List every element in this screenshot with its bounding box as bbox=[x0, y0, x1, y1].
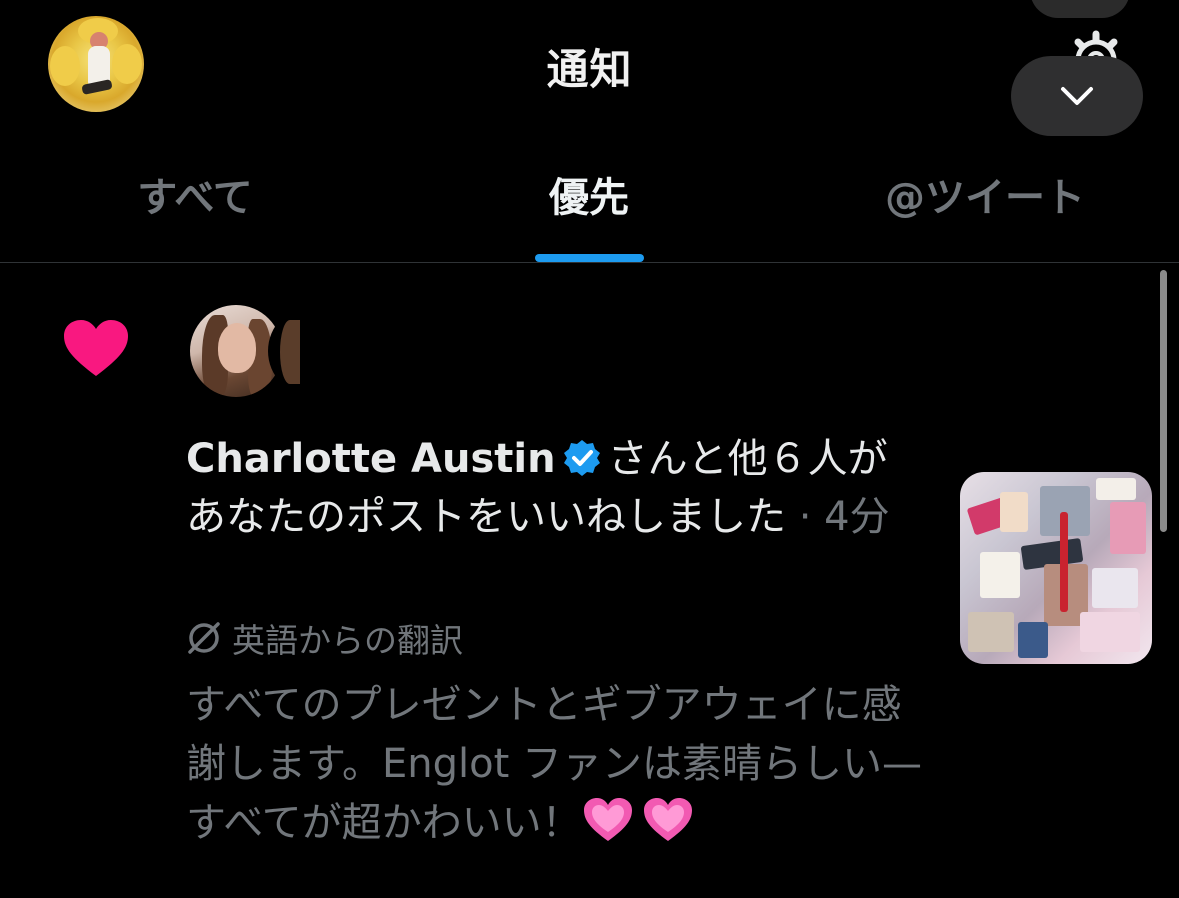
divider bbox=[0, 262, 1179, 263]
liker-avatar-secondary-image bbox=[280, 320, 300, 384]
timestamp: 4分 bbox=[824, 494, 890, 540]
status-pill bbox=[1030, 0, 1130, 18]
heart-icon bbox=[64, 320, 128, 376]
translation-label[interactable]: 英語からの翻訳 bbox=[186, 614, 463, 662]
notification-text[interactable]: Charlotte Austin さんと他６人が あなたのポストをいいねしました … bbox=[186, 430, 906, 546]
tab-mentions[interactable]: @ツイート bbox=[860, 170, 1110, 226]
collapse-button[interactable] bbox=[1011, 56, 1143, 136]
sparkling-heart-icon bbox=[583, 798, 632, 841]
page-title: 通知 bbox=[546, 45, 633, 94]
chevron-down-icon bbox=[1061, 87, 1093, 105]
post-body: すべてのプレゼントとギブアウェイに感謝します。Englot ファンは素晴らしい—… bbox=[186, 682, 922, 846]
action-line-1: さんと他６人が bbox=[607, 436, 888, 482]
scrollbar[interactable] bbox=[1160, 270, 1167, 532]
tab-all[interactable]: すべて bbox=[95, 170, 295, 226]
verified-badge-icon bbox=[563, 440, 600, 476]
translation-text: 英語からの翻訳 bbox=[232, 621, 463, 660]
action-line-2: あなたのポストをいいねしました bbox=[186, 494, 786, 540]
post-text[interactable]: すべてのプレゼントとギブアウェイに感謝します。Englot ファンは素晴らしい—… bbox=[186, 676, 926, 853]
separator: · bbox=[786, 494, 825, 540]
active-tab-indicator bbox=[535, 254, 644, 262]
actor-name[interactable]: Charlotte Austin bbox=[186, 436, 556, 482]
post-thumbnail[interactable] bbox=[960, 472, 1152, 664]
translate-icon bbox=[188, 622, 220, 654]
tab-priority[interactable]: 優先 bbox=[489, 170, 689, 226]
sparkling-heart-icon bbox=[643, 798, 692, 841]
